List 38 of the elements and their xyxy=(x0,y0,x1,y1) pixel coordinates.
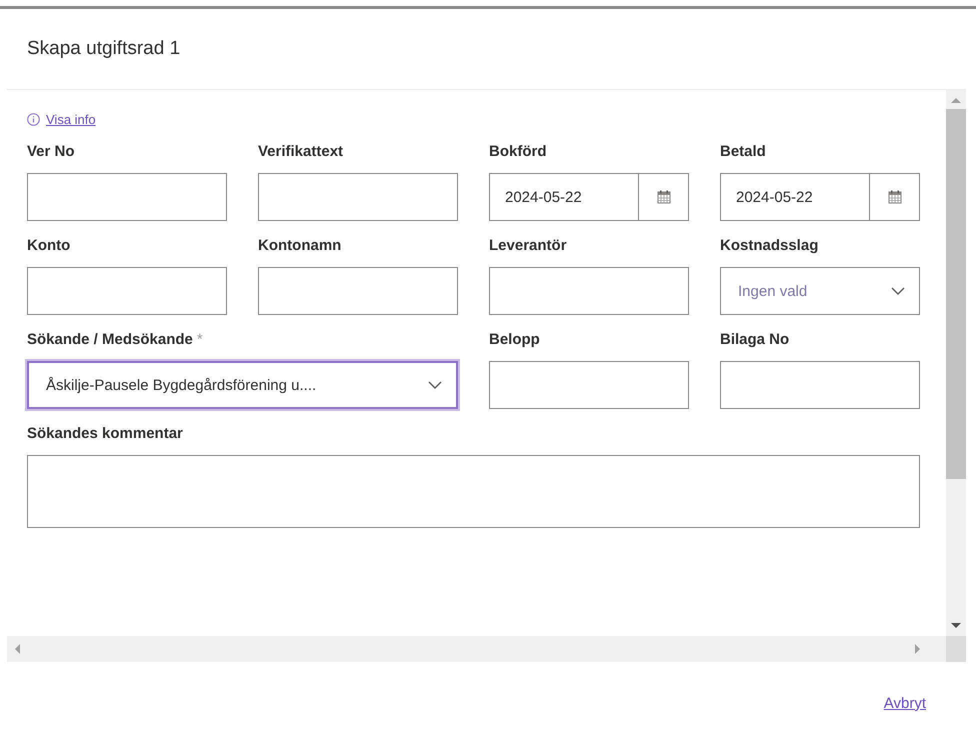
field-label: Bilaga No xyxy=(720,331,790,349)
field-label: Bokförd xyxy=(489,143,546,161)
field-label: Kostnadsslag xyxy=(720,237,818,255)
scrollbar-corner xyxy=(946,636,966,662)
text-input[interactable] xyxy=(258,173,458,221)
cancel-link[interactable]: Avbryt xyxy=(884,694,926,712)
dialog-title: Skapa utgiftsrad 1 xyxy=(27,38,180,60)
field-label: Leverantör xyxy=(489,237,567,255)
date-field[interactable]: 2024-05-22 xyxy=(489,173,689,221)
required-marker: * xyxy=(196,331,203,349)
info-icon xyxy=(27,113,40,126)
chevron-down-icon xyxy=(891,287,905,295)
field-label: Betald xyxy=(720,143,766,161)
field-label: Sökandes kommentar xyxy=(27,425,183,443)
date-value: 2024-05-22 xyxy=(735,188,814,208)
info-link[interactable]: Visa info xyxy=(46,112,96,127)
text-input[interactable] xyxy=(27,267,227,315)
text-input[interactable] xyxy=(489,361,689,409)
vertical-scrollbar[interactable] xyxy=(946,90,966,636)
date-field[interactable]: 2024-05-22 xyxy=(720,173,920,221)
field-label: Belopp xyxy=(489,331,540,349)
dropdown[interactable]: Åskilje-Pausele Bygdegårdsförening u.... xyxy=(27,361,458,409)
text-input[interactable] xyxy=(489,267,689,315)
field-label: Ver No xyxy=(27,143,75,161)
comment-textarea[interactable] xyxy=(27,455,920,528)
dropdown[interactable]: Ingen vald xyxy=(720,267,920,315)
field-label: Verifikattext xyxy=(258,143,344,161)
text-input[interactable] xyxy=(720,361,920,409)
text-input[interactable] xyxy=(27,173,227,221)
calendar-icon xyxy=(656,190,670,204)
field-label: Konto xyxy=(27,237,70,255)
calendar-icon xyxy=(888,190,902,204)
field-label: Sökande / Medsökande xyxy=(27,331,193,349)
chevron-down-icon xyxy=(428,381,442,389)
text-input[interactable] xyxy=(258,267,458,315)
field-label: Kontonamn xyxy=(258,237,342,255)
horizontal-scrollbar[interactable] xyxy=(7,636,946,662)
date-value: 2024-05-22 xyxy=(504,188,583,208)
